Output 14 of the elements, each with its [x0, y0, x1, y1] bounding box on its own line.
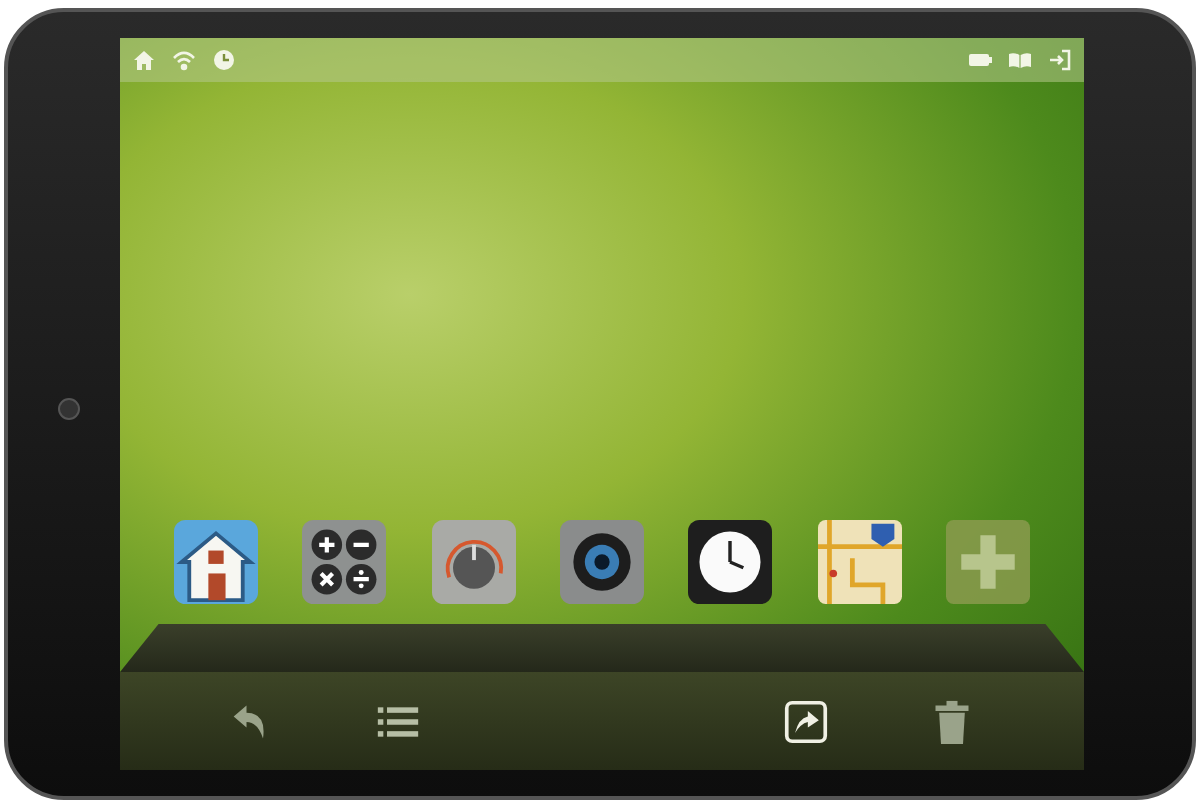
map-app-icon[interactable] — [817, 520, 902, 604]
camera-lens — [58, 398, 80, 420]
camera-app-icon[interactable] — [559, 520, 644, 604]
wifi-icon — [172, 48, 196, 72]
clock-app-icon[interactable] — [688, 520, 773, 604]
calculator-app-icon[interactable] — [302, 520, 387, 604]
house-app-icon[interactable] — [174, 520, 259, 604]
exit-icon — [1048, 48, 1072, 72]
dial-app-icon[interactable] — [431, 520, 516, 604]
home-icon — [132, 48, 156, 72]
book-icon — [1008, 48, 1032, 72]
battery-icon — [968, 48, 992, 72]
share-icon[interactable] — [783, 699, 828, 743]
clock-icon — [212, 48, 236, 72]
